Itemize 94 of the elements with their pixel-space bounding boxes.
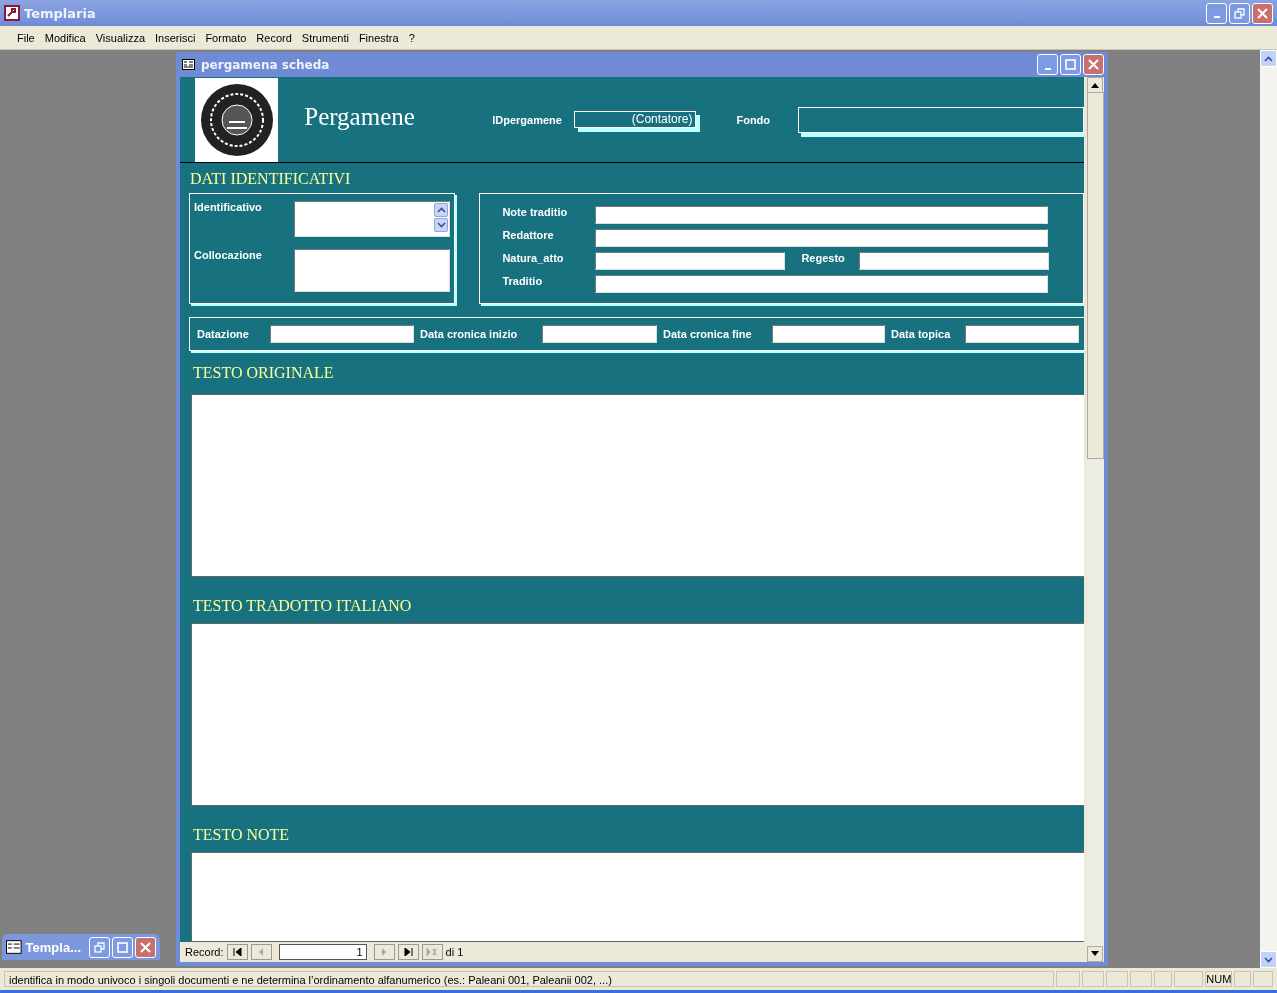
identificativo-field[interactable] xyxy=(294,201,450,238)
first-arrow-icon xyxy=(232,948,242,956)
field-label: Data cronica inizio xyxy=(420,328,519,341)
up-chevron-icon xyxy=(1264,55,1273,62)
down-chevron-icon xyxy=(436,222,446,229)
menu-item[interactable]: Formato xyxy=(200,31,252,44)
text-field[interactable] xyxy=(270,325,414,344)
menu-item[interactable]: Record xyxy=(251,31,297,44)
up-chevron-icon xyxy=(436,207,446,214)
last-record-button[interactable] xyxy=(397,944,419,960)
section-heading: TESTO NOTE xyxy=(192,825,291,845)
restore-button[interactable] xyxy=(1229,2,1250,24)
last-arrow-icon xyxy=(403,948,413,956)
status-cell xyxy=(1129,971,1152,987)
record-count: di 1 xyxy=(445,946,464,958)
minimize-button[interactable] xyxy=(1037,54,1058,75)
close-icon xyxy=(1088,59,1099,70)
text-field[interactable] xyxy=(772,325,885,344)
menu-item[interactable]: Inserisci xyxy=(150,31,201,44)
menu-item[interactable]: ? xyxy=(403,31,420,44)
down-chevron-icon xyxy=(1264,956,1273,963)
menu-item[interactable]: Strumenti xyxy=(296,31,354,44)
status-cell xyxy=(1056,971,1080,987)
text-field[interactable] xyxy=(859,252,1050,271)
close-button[interactable] xyxy=(1252,2,1273,24)
status-cell xyxy=(1153,971,1173,987)
record-label: Record: xyxy=(185,946,224,958)
status-cell xyxy=(1252,971,1273,987)
status-cell xyxy=(1105,971,1128,987)
field-label: Natura_atto xyxy=(502,252,565,265)
form-window-title: pergamena scheda xyxy=(201,57,330,72)
field-label: Data topica xyxy=(891,328,952,341)
text-field[interactable] xyxy=(542,325,657,344)
form-title: Pergamene xyxy=(304,102,416,131)
text-area[interactable] xyxy=(191,852,1084,942)
field-label: Collocazione xyxy=(194,249,263,262)
text-field[interactable] xyxy=(595,252,786,271)
restore-icon xyxy=(1234,7,1245,19)
status-cell xyxy=(1234,971,1251,987)
down-triangle-icon xyxy=(1091,951,1099,957)
up-triangle-icon xyxy=(1091,82,1099,88)
num-lock-indicator: NUM xyxy=(1205,971,1233,987)
text-field[interactable] xyxy=(595,275,1049,294)
app-title: Templaria xyxy=(24,5,96,21)
field-label: Note traditio xyxy=(502,206,569,219)
spin-up-button[interactable] xyxy=(434,203,448,218)
field-label: Regesto xyxy=(801,252,846,265)
maximize-icon xyxy=(1065,59,1076,70)
minimize-icon xyxy=(1044,67,1051,70)
field-label: Fondo xyxy=(736,113,771,126)
left-arrow-icon xyxy=(258,948,265,956)
text-field[interactable] xyxy=(965,325,1079,344)
field-label: Datazione xyxy=(197,328,250,341)
status-cell xyxy=(1174,971,1204,987)
field-label: IDpergamene xyxy=(492,113,562,126)
status-message: identifica in modo univoco i singoli documenti e ne determina l’ordinamento alfanumerico (es.: Paleani 001, Paleanii 002, ...) xyxy=(4,971,1054,987)
form-icon xyxy=(6,940,22,954)
close-icon xyxy=(140,941,151,953)
section-heading: TESTO ORIGINALE xyxy=(192,363,335,383)
menu-item[interactable]: Modifica xyxy=(39,31,91,44)
menu-item[interactable]: Finestra xyxy=(353,31,404,44)
scroll-thumb[interactable] xyxy=(1087,92,1104,459)
maximize-icon xyxy=(117,941,128,953)
text-field[interactable] xyxy=(595,229,1049,248)
field-label: Data cronica fine xyxy=(663,328,753,341)
field-label: Redattore xyxy=(502,229,555,242)
id-field: (Contatore) xyxy=(573,111,697,129)
section-heading: DATI IDENTIFICATIVI xyxy=(189,169,352,190)
section-heading: TESTO TRADOTTO ITALIANO xyxy=(192,596,413,616)
text-field[interactable] xyxy=(595,206,1049,225)
field-label: Identificativo xyxy=(194,201,263,214)
new-record-icon xyxy=(426,948,439,956)
record-number-field[interactable]: 1 xyxy=(278,944,367,960)
field-label: Traditio xyxy=(502,275,544,288)
restore-icon xyxy=(94,941,105,953)
close-icon xyxy=(1257,7,1268,19)
maximize-button[interactable] xyxy=(112,936,133,958)
form-icon xyxy=(182,59,195,70)
minimize-button[interactable] xyxy=(1206,2,1227,24)
minimized-window-title: Templa... xyxy=(25,939,81,955)
minimize-icon xyxy=(1213,16,1220,18)
maximize-button[interactable] xyxy=(1060,54,1081,75)
scroll-down-button[interactable] xyxy=(1087,946,1103,962)
first-record-button[interactable] xyxy=(226,944,248,960)
right-arrow-icon xyxy=(381,948,388,956)
menu-item[interactable]: Visualizza xyxy=(90,31,151,44)
restore-button[interactable] xyxy=(89,936,110,958)
menu-item[interactable]: File xyxy=(12,31,40,44)
text-field[interactable] xyxy=(294,249,450,293)
close-button[interactable] xyxy=(135,936,156,958)
app-key-icon xyxy=(4,5,20,21)
scroll-up-button[interactable] xyxy=(1087,77,1103,93)
spin-down-button[interactable] xyxy=(434,218,448,233)
status-cell xyxy=(1081,971,1104,987)
